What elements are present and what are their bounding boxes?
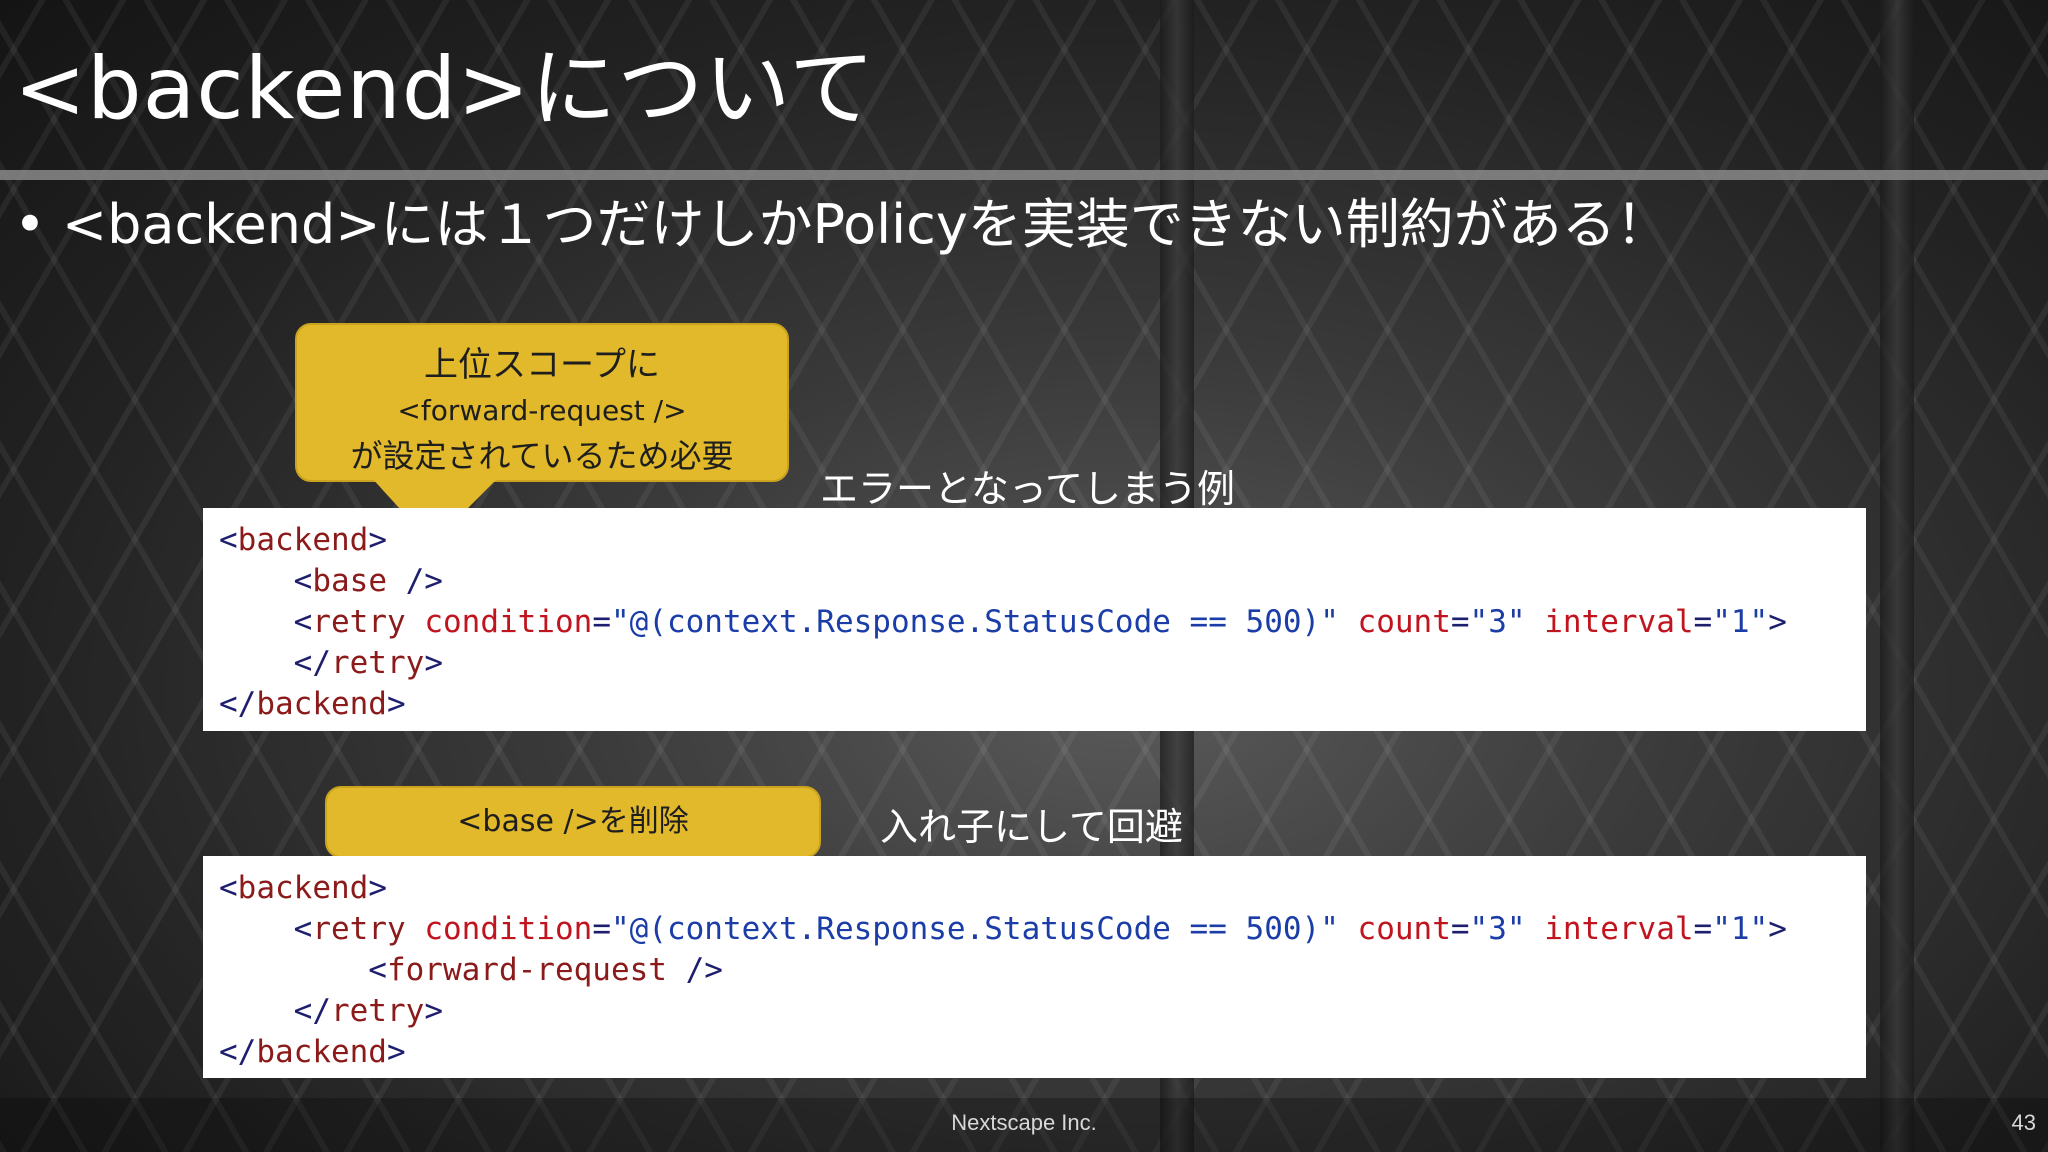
code-token-attr: interval bbox=[1544, 604, 1694, 640]
code-token-val: "@(context.Response.StatusCode == 500)" bbox=[610, 911, 1339, 947]
code-token-punct: > bbox=[1768, 604, 1787, 640]
code-token-punct: > bbox=[386, 1034, 406, 1070]
code-token-punct: = bbox=[592, 604, 611, 640]
bullet-text: <backend>には１つだけしかPolicyを実装できない制約がある！ bbox=[61, 193, 1670, 256]
callout-line-2: <forward-request /> bbox=[397, 394, 687, 427]
code-token-tag: retry bbox=[330, 645, 425, 681]
code-token-punct: > bbox=[368, 522, 387, 558]
code-token-punct: < bbox=[219, 563, 313, 599]
code-token-tag: backend bbox=[256, 686, 387, 722]
callout-remove-base: <base />を削除 bbox=[325, 786, 821, 858]
code-token-punct bbox=[406, 604, 425, 640]
code-line: </backend> bbox=[219, 684, 1850, 725]
code-token-punct: < bbox=[219, 604, 313, 640]
code-token-punct: < bbox=[219, 870, 238, 906]
code-token-val: "3" bbox=[1469, 911, 1526, 947]
code-line: </retry> bbox=[219, 991, 1850, 1032]
code-token-punct: > bbox=[424, 993, 443, 1029]
code-line: <retry condition="@(context.Response.Sta… bbox=[219, 602, 1850, 643]
code-token-tag: base bbox=[312, 563, 387, 599]
code-token-attr: interval bbox=[1544, 911, 1694, 947]
footer-company: Nextscape Inc. bbox=[951, 1110, 1097, 1135]
title-divider bbox=[0, 170, 2048, 180]
code-token-val: "1" bbox=[1712, 604, 1769, 640]
code-token-tag: backend bbox=[237, 522, 369, 558]
code-token-val: "1" bbox=[1712, 911, 1769, 947]
code-token-punct bbox=[1339, 604, 1358, 640]
code-token-attr: condition bbox=[424, 604, 593, 640]
code-token-tag: backend bbox=[256, 1034, 387, 1070]
callout-line-1: 上位スコープに bbox=[424, 345, 660, 385]
callout-line-3: が設定されているため必要 bbox=[350, 437, 734, 475]
slide-title: <backend>について bbox=[14, 39, 876, 139]
code-token-punct: = bbox=[1693, 604, 1713, 640]
code-token-tag: forward-request bbox=[386, 952, 667, 988]
code-line: <base /> bbox=[219, 561, 1850, 602]
code-token-punct: = bbox=[1450, 604, 1470, 640]
code-token-punct bbox=[1339, 911, 1358, 947]
code-token-tag: backend bbox=[237, 870, 369, 906]
code-token-punct bbox=[1526, 604, 1545, 640]
code-line: </retry> bbox=[219, 643, 1850, 684]
error-example-label: エラーとなってしまう例 bbox=[820, 467, 1235, 511]
code-token-punct: > bbox=[424, 645, 443, 681]
code-line: <retry condition="@(context.Response.Sta… bbox=[219, 909, 1850, 950]
code-token-punct: > bbox=[386, 686, 406, 722]
bullet-icon: • bbox=[14, 193, 46, 256]
code-token-attr: count bbox=[1357, 604, 1451, 640]
callout-base-required: 上位スコープに <forward-request /> が設定されているため必要 bbox=[295, 323, 789, 482]
code-token-punct bbox=[406, 911, 425, 947]
code-token-tag: retry bbox=[330, 993, 425, 1029]
code-token-punct: </ bbox=[219, 1034, 257, 1070]
code-line: <forward-request /> bbox=[219, 950, 1850, 991]
code-token-punct: < bbox=[219, 522, 238, 558]
code-token-punct: /> bbox=[386, 563, 443, 599]
code-token-punct: < bbox=[219, 911, 313, 947]
code-line: </backend> bbox=[219, 1032, 1850, 1073]
code-token-punct: = bbox=[1693, 911, 1713, 947]
slide-number: 43 bbox=[2011, 1110, 2036, 1135]
code-token-punct: </ bbox=[219, 645, 331, 681]
code-token-punct: = bbox=[1450, 911, 1470, 947]
code-token-val: "3" bbox=[1469, 604, 1526, 640]
code-token-punct: </ bbox=[219, 993, 331, 1029]
code-block-error: <backend> <base /> <retry condition="@(c… bbox=[203, 508, 1866, 731]
code-token-tag: retry bbox=[312, 604, 406, 640]
bullet-point: • <backend>には１つだけしかPolicyを実装できない制約がある！ bbox=[14, 180, 1670, 259]
code-token-punct bbox=[1526, 911, 1545, 947]
code-token-val: "@(context.Response.StatusCode == 500)" bbox=[610, 604, 1339, 640]
code-token-punct: > bbox=[368, 870, 387, 906]
code-token-punct: > bbox=[1768, 911, 1787, 947]
fix-example-label: 入れ子にして回避 bbox=[880, 805, 1183, 849]
code-token-attr: count bbox=[1357, 911, 1451, 947]
code-token-punct: = bbox=[592, 911, 611, 947]
code-token-punct: /> bbox=[666, 952, 723, 988]
code-block-fix: <backend> <retry condition="@(context.Re… bbox=[203, 856, 1866, 1078]
code-token-punct: </ bbox=[219, 686, 257, 722]
code-token-attr: condition bbox=[424, 911, 593, 947]
code-line: <backend> bbox=[219, 520, 1850, 561]
code-token-punct: < bbox=[219, 952, 387, 988]
code-token-tag: retry bbox=[312, 911, 406, 947]
code-line: <backend> bbox=[219, 868, 1850, 909]
